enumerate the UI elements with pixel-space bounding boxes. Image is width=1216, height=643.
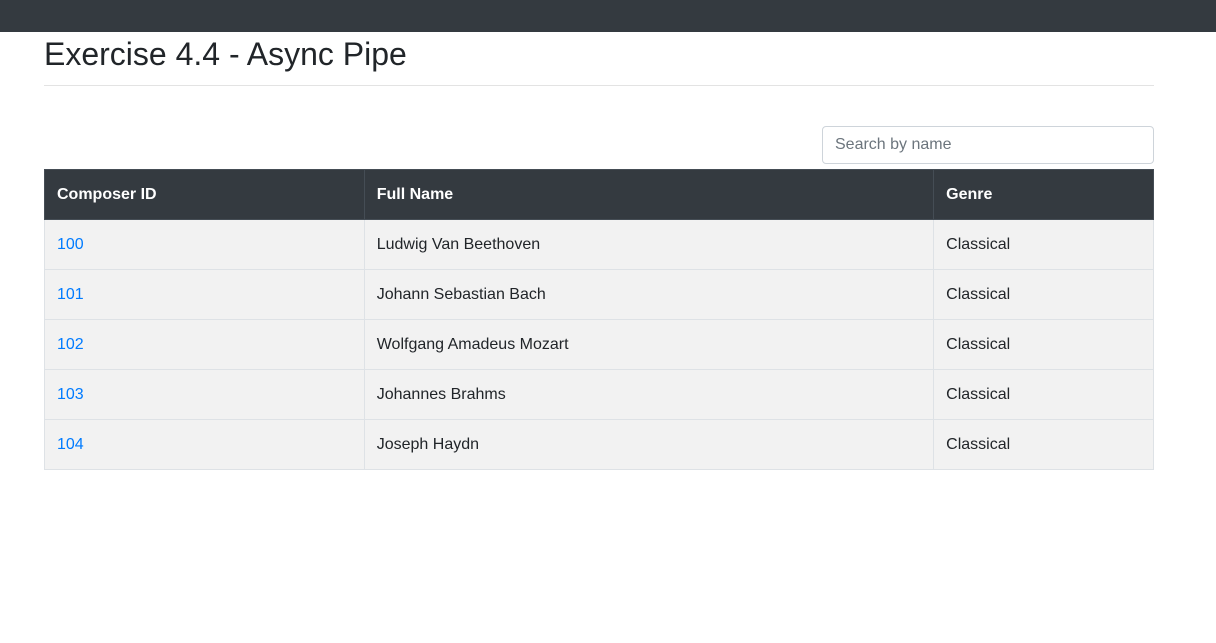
column-header-genre: Genre — [933, 169, 1154, 220]
composer-id-cell: 100 — [44, 219, 365, 270]
table-row: 102 Wolfgang Amadeus Mozart Classical — [44, 319, 1154, 370]
main-content: Exercise 4.4 - Async Pipe Composer ID Fu… — [44, 32, 1154, 470]
column-header-full-name: Full Name — [363, 169, 935, 220]
genre-cell: Classical — [933, 219, 1154, 270]
full-name-cell: Joseph Haydn — [363, 419, 935, 470]
table-row: 100 Ludwig Van Beethoven Classical — [44, 219, 1154, 270]
genre-cell: Classical — [933, 419, 1154, 470]
composer-id-link[interactable]: 102 — [57, 336, 84, 353]
genre-cell: Classical — [933, 369, 1154, 420]
table-row: 103 Johannes Brahms Classical — [44, 369, 1154, 420]
genre-cell: Classical — [933, 319, 1154, 370]
search-input[interactable] — [822, 126, 1154, 164]
composer-table: Composer ID Full Name Genre 100 Ludwig V… — [44, 169, 1154, 470]
table-row: 101 Johann Sebastian Bach Classical — [44, 269, 1154, 320]
composer-id-link[interactable]: 103 — [57, 386, 84, 403]
top-navbar — [0, 0, 1216, 32]
column-header-composer-id: Composer ID — [44, 169, 365, 220]
table-header-row: Composer ID Full Name Genre — [44, 169, 1154, 220]
table-row: 104 Joseph Haydn Classical — [44, 419, 1154, 470]
composer-id-cell: 104 — [44, 419, 365, 470]
composer-id-link[interactable]: 104 — [57, 436, 84, 453]
full-name-cell: Wolfgang Amadeus Mozart — [363, 319, 935, 370]
full-name-cell: Ludwig Van Beethoven — [363, 219, 935, 270]
page-title: Exercise 4.4 - Async Pipe — [44, 36, 407, 72]
composer-id-link[interactable]: 101 — [57, 286, 84, 303]
search-row — [44, 86, 1154, 170]
composer-id-link[interactable]: 100 — [57, 236, 84, 253]
genre-cell: Classical — [933, 269, 1154, 320]
composer-id-cell: 101 — [44, 269, 365, 320]
composer-id-cell: 103 — [44, 369, 365, 420]
full-name-cell: Johann Sebastian Bach — [363, 269, 935, 320]
full-name-cell: Johannes Brahms — [363, 369, 935, 420]
composer-id-cell: 102 — [44, 319, 365, 370]
